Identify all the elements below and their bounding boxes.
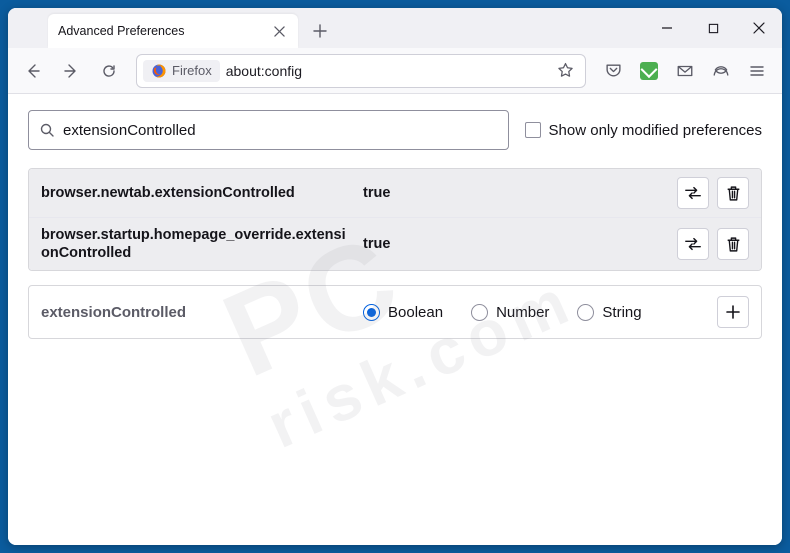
account-icon	[712, 62, 730, 80]
show-modified-label: Show only modified preferences	[549, 122, 762, 139]
close-icon	[753, 22, 765, 34]
maximize-icon	[708, 23, 719, 34]
account-button[interactable]	[704, 54, 738, 88]
close-icon	[274, 26, 285, 37]
bookmark-star-button[interactable]	[551, 57, 579, 85]
toggle-button[interactable]	[677, 228, 709, 260]
config-search-input[interactable]	[63, 122, 498, 139]
extension-button[interactable]	[632, 54, 666, 88]
tab-close-button[interactable]	[270, 22, 288, 40]
titlebar: Advanced Preferences	[8, 8, 782, 48]
identity-box[interactable]: Firefox	[143, 60, 220, 82]
type-boolean-radio[interactable]: Boolean	[363, 304, 443, 321]
forward-button[interactable]	[54, 54, 88, 88]
plus-icon	[313, 24, 327, 38]
star-icon	[557, 62, 574, 79]
window-controls	[644, 8, 782, 48]
reset-button[interactable]	[717, 177, 749, 209]
pref-actions	[677, 177, 749, 209]
add-pref-button[interactable]	[717, 296, 749, 328]
type-number-radio[interactable]: Number	[471, 304, 549, 321]
back-button[interactable]	[16, 54, 50, 88]
about-config-page: Show only modified preferences browser.n…	[8, 94, 782, 545]
tab-title: Advanced Preferences	[58, 24, 270, 38]
toggle-icon	[684, 237, 702, 251]
window-minimize-button[interactable]	[644, 8, 690, 48]
show-modified-checkbox[interactable]: Show only modified preferences	[525, 122, 762, 139]
pocket-button[interactable]	[596, 54, 630, 88]
extension-badge-icon	[640, 62, 658, 80]
toggle-icon	[684, 186, 702, 200]
type-label: Boolean	[388, 304, 443, 321]
pref-row[interactable]: browser.newtab.extensionControlled true	[29, 169, 761, 217]
search-icon	[39, 122, 55, 138]
arrow-right-icon	[63, 63, 79, 79]
pref-value: true	[363, 185, 665, 201]
identity-label: Firefox	[172, 63, 212, 78]
type-string-radio[interactable]: String	[577, 304, 641, 321]
plus-icon	[726, 305, 740, 319]
type-label: String	[602, 304, 641, 321]
url-text: about:config	[226, 63, 302, 79]
trash-icon	[726, 236, 741, 253]
reload-button[interactable]	[92, 54, 126, 88]
pref-actions	[677, 228, 749, 260]
new-pref-name: extensionControlled	[41, 304, 351, 321]
pref-name: browser.startup.homepage_override.extens…	[41, 226, 351, 262]
window-close-button[interactable]	[736, 8, 782, 48]
radio-icon	[363, 304, 380, 321]
toolbar-icons	[596, 54, 774, 88]
arrow-left-icon	[25, 63, 41, 79]
checkbox-icon	[525, 122, 541, 138]
new-pref-row: extensionControlled Boolean Number Strin…	[28, 285, 762, 339]
hamburger-icon	[749, 63, 765, 79]
type-options: Boolean Number String	[363, 304, 705, 321]
pref-name: browser.newtab.extensionControlled	[41, 184, 351, 202]
pocket-icon	[605, 62, 622, 79]
pref-table: browser.newtab.extensionControlled true …	[28, 168, 762, 271]
reset-button[interactable]	[717, 228, 749, 260]
inbox-button[interactable]	[668, 54, 702, 88]
reload-icon	[101, 63, 117, 79]
minimize-icon	[661, 22, 673, 34]
toggle-button[interactable]	[677, 177, 709, 209]
window-maximize-button[interactable]	[690, 8, 736, 48]
radio-icon	[471, 304, 488, 321]
app-menu-button[interactable]	[740, 54, 774, 88]
pref-row[interactable]: browser.startup.homepage_override.extens…	[29, 217, 761, 270]
search-box[interactable]	[28, 110, 509, 150]
firefox-logo-icon	[151, 63, 167, 79]
url-bar[interactable]: Firefox about:config	[136, 54, 586, 88]
browser-tab[interactable]: Advanced Preferences	[48, 14, 298, 48]
type-label: Number	[496, 304, 549, 321]
navigation-toolbar: Firefox about:config	[8, 48, 782, 94]
inbox-icon	[676, 62, 694, 80]
new-tab-button[interactable]	[306, 17, 334, 45]
radio-icon	[577, 304, 594, 321]
trash-icon	[726, 185, 741, 202]
search-row: Show only modified preferences	[28, 110, 762, 150]
browser-window: Advanced Preferences	[8, 8, 782, 545]
pref-value: true	[363, 236, 665, 252]
